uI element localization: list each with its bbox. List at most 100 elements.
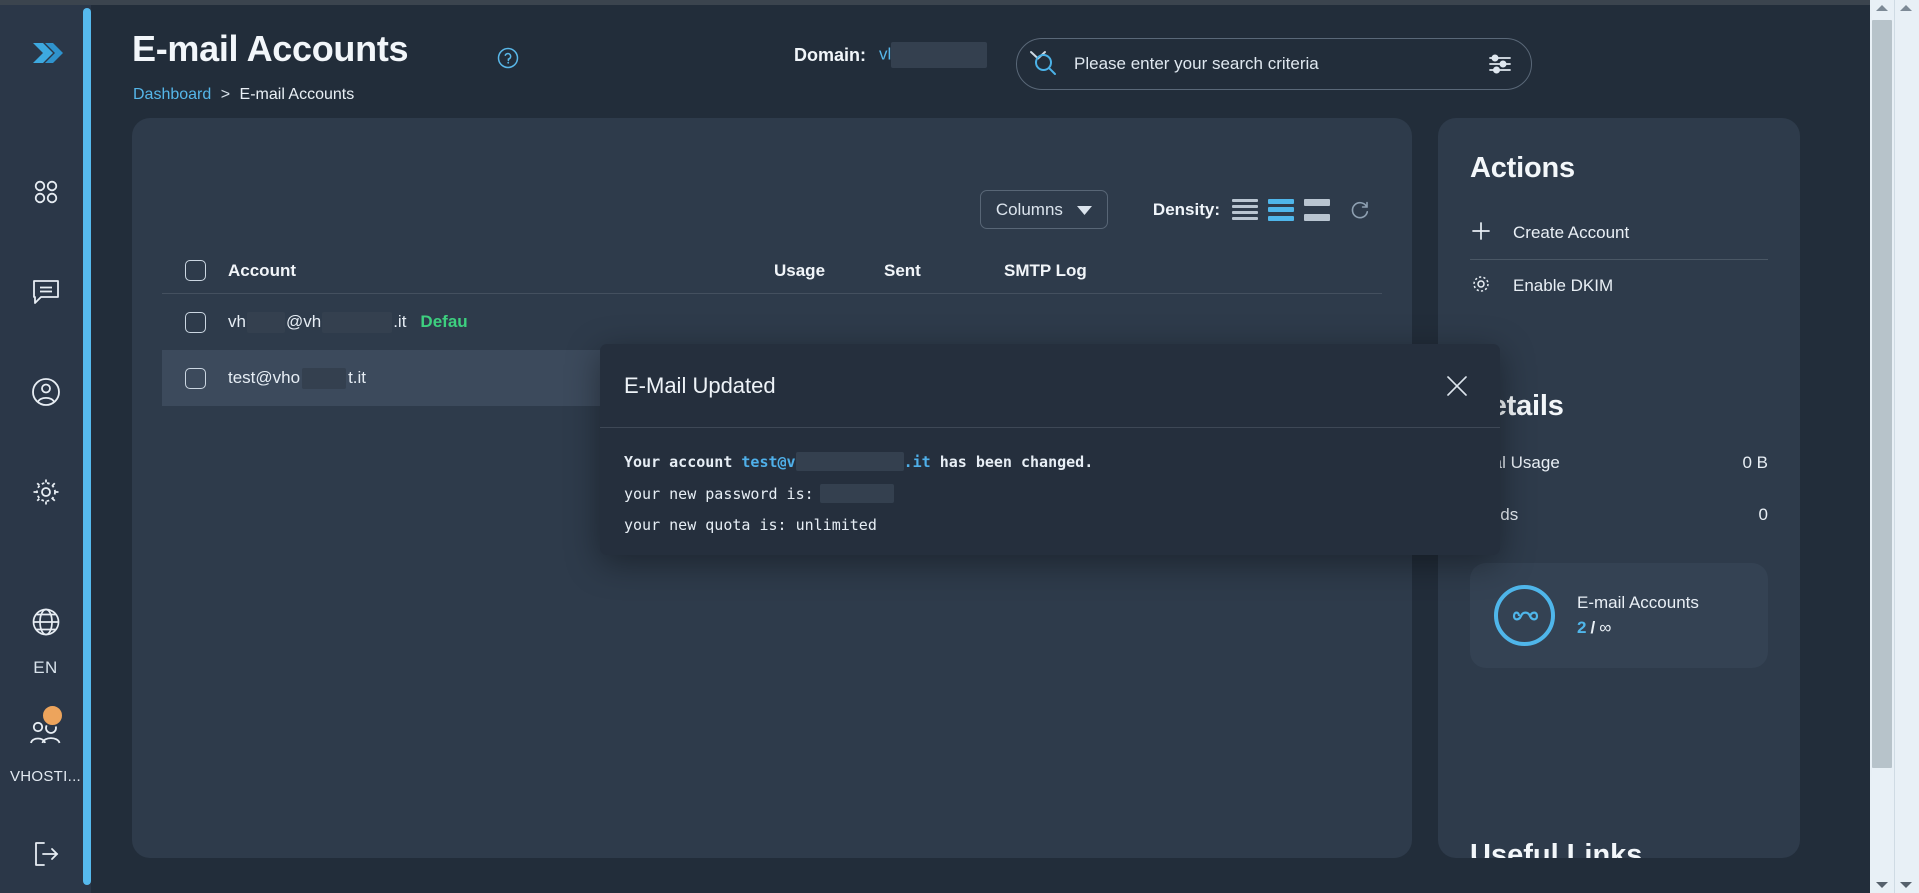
scroll-down-arrow-outer[interactable] [1894, 877, 1918, 893]
scroll-up-arrow-outer[interactable] [1894, 0, 1918, 16]
stat-subtitle: 2/∞ [1577, 618, 1699, 638]
stat-limit: ∞ [1599, 618, 1612, 637]
dialog-header: E-Mail Updated [600, 344, 1500, 428]
dialog-line-3: your new quota is: unlimited [624, 516, 877, 534]
plus-icon [1470, 220, 1492, 247]
window-top-edge [0, 0, 1870, 5]
sidebar-item-settings[interactable] [0, 444, 91, 544]
breadcrumb: Dashboard > E-mail Accounts [133, 86, 354, 104]
gear-icon [1470, 273, 1492, 300]
avatar[interactable] [0, 704, 91, 760]
row-account-suffix: t.it [348, 368, 367, 387]
enable-dkim-button[interactable]: Enable DKIM [1470, 260, 1768, 312]
rail-nav-items [0, 144, 91, 544]
dialog-password-label: your new password is: [624, 485, 814, 503]
sidebar-item-dashboard[interactable] [0, 144, 91, 244]
columns-button[interactable]: Columns [979, 190, 1108, 229]
row-account-prefix: test@vho [228, 368, 301, 387]
stat-title: E-mail Accounts [1577, 593, 1699, 612]
email-updated-dialog: E-Mail Updated Your account test@v .it ha… [600, 344, 1500, 555]
dialog-email-redaction [795, 452, 904, 471]
app-logo[interactable] [18, 26, 74, 82]
scroll-up-arrow[interactable] [1870, 0, 1894, 16]
vertical-scrollbar-outer[interactable] [1894, 0, 1918, 893]
question-circle-icon[interactable] [497, 47, 519, 74]
enable-dkim-label: Enable DKIM [1513, 276, 1614, 295]
dialog-account-tld: .it [903, 453, 931, 471]
actions-heading: Actions [1470, 152, 1575, 184]
density-standard-button[interactable] [1268, 198, 1294, 221]
domain-redaction [891, 42, 988, 68]
dialog-line-1: Your account test@v .it has been changed. [624, 452, 1476, 471]
domain-selector[interactable]: Domain: vl [794, 42, 1047, 68]
search-bar[interactable] [1016, 38, 1532, 90]
columns-button-label: Columns [995, 199, 1063, 219]
detail-sends-value: 0 [1758, 505, 1768, 524]
logout-button[interactable] [0, 819, 91, 893]
density-compact-button[interactable] [1232, 198, 1258, 221]
sidebar-item-messages[interactable] [0, 244, 91, 344]
dialog-body: Your account test@v .it has been changed.… [600, 428, 1500, 534]
domain-value-text: vl [879, 44, 892, 64]
left-sidebar: EN VHOSTI... [0, 0, 91, 893]
create-account-label: Create Account [1513, 223, 1630, 242]
stat-count: 2 [1577, 618, 1587, 637]
useful-links-heading: Useful Links [1470, 839, 1643, 858]
gear-icon [31, 477, 61, 512]
dialog-password-redaction [819, 484, 894, 503]
column-header-smtp-log[interactable]: SMTP Log [1004, 261, 1164, 281]
chat-icon [31, 278, 61, 311]
density-comfortable-button[interactable] [1304, 198, 1330, 221]
top-bar: E-mail Accounts Dashboard > E-mail Accou… [91, 0, 1919, 118]
infinity-icon [1494, 585, 1555, 646]
sliders-icon[interactable] [1487, 52, 1513, 76]
username-label[interactable]: VHOSTI... [10, 768, 81, 785]
row-account-redaction-1 [302, 367, 347, 389]
main-area: E-mail Accounts Dashboard > E-mail Accou… [91, 0, 1919, 893]
select-all-checkbox[interactable] [184, 260, 206, 281]
detail-total-usage: Total Usage 0 B [1470, 437, 1768, 489]
refresh-icon[interactable] [1350, 200, 1370, 220]
dialog-line1-suffix: has been changed. [930, 453, 1094, 471]
row-account-redaction-2 [322, 311, 393, 333]
row-checkbox[interactable] [184, 311, 206, 333]
row-account-redaction-1 [246, 311, 285, 333]
column-header-sent[interactable]: Sent [884, 261, 1004, 281]
rail-bottom-group: EN VHOSTI... [0, 574, 91, 893]
scrollbar-thumb[interactable] [1872, 20, 1892, 768]
breadcrumb-current: E-mail Accounts [239, 86, 355, 103]
column-header-usage[interactable]: Usage [774, 261, 884, 281]
create-account-button[interactable]: Create Account [1470, 207, 1768, 259]
domain-label: Domain: [794, 44, 866, 65]
search-input[interactable] [1058, 54, 1487, 74]
page-title: E-mail Accounts [132, 28, 409, 69]
table-header-row: Account Usage Sent SMTP Log [162, 248, 1382, 294]
dialog-title: E-Mail Updated [624, 372, 776, 398]
domain-value[interactable]: vl [879, 42, 1015, 68]
email-accounts-stat-card[interactable]: E-mail Accounts 2/∞ [1470, 563, 1768, 668]
row-account-mid: @vh [285, 312, 322, 331]
details-heading: Details [1470, 390, 1564, 422]
status-badge: Defau [420, 312, 468, 331]
detail-total-usage-value: 0 B [1742, 453, 1768, 472]
row-checkbox[interactable] [184, 367, 206, 389]
vertical-scrollbar-inner[interactable] [1870, 0, 1894, 893]
detail-sends: Sends 0 [1470, 489, 1768, 541]
close-icon[interactable] [1438, 367, 1476, 405]
scroll-down-arrow[interactable] [1870, 877, 1894, 893]
search-icon [1033, 52, 1058, 77]
scrollbar-region[interactable] [1870, 0, 1919, 893]
caret-down-icon [1076, 200, 1092, 220]
table-row[interactable]: vh @vh .it Defau [162, 294, 1382, 350]
status-badge [41, 704, 64, 727]
grid-icon [31, 177, 61, 212]
breadcrumb-dashboard-link[interactable]: Dashboard [133, 86, 211, 103]
language-label[interactable]: EN [33, 658, 58, 678]
table-toolbar: Columns Density: [979, 190, 1370, 229]
globe-icon [31, 607, 61, 642]
sidebar-accent-bar [83, 8, 91, 885]
sidebar-item-profile[interactable] [0, 344, 91, 444]
dialog-line1-prefix: Your account [624, 453, 742, 471]
column-header-account[interactable]: Account [228, 261, 774, 281]
row-account-suffix: .it [393, 312, 407, 331]
